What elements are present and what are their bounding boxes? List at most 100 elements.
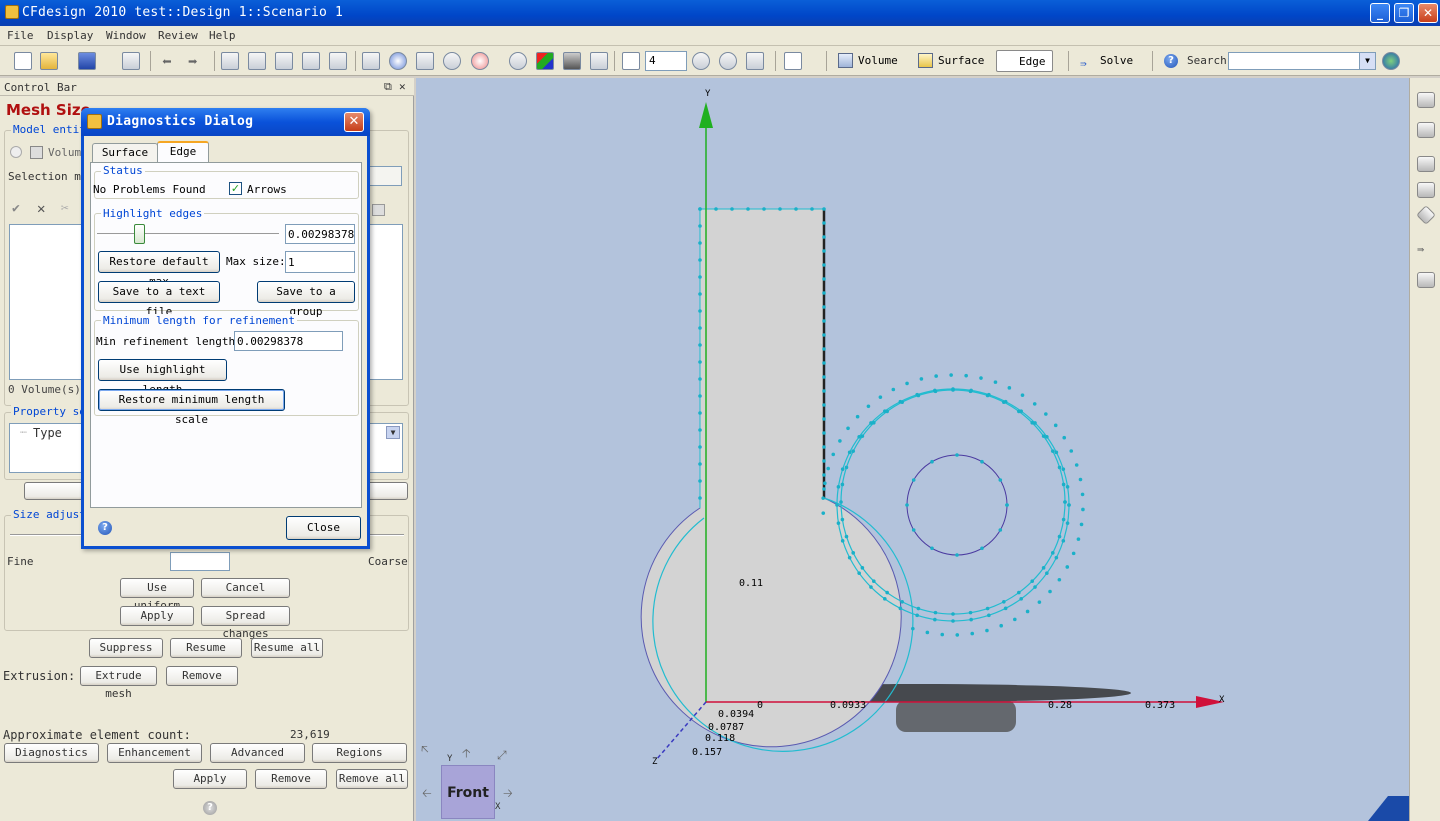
volume-mode-button[interactable]: Volume: [836, 50, 898, 72]
remove-all-button[interactable]: Remove all: [336, 769, 408, 789]
edge-mode-button[interactable]: Edge: [996, 50, 1053, 72]
arrows-checkbox[interactable]: ✓: [229, 182, 242, 195]
volume-filter-icon[interactable]: [372, 204, 385, 216]
resume-all-button[interactable]: Resume all: [251, 638, 323, 658]
globe-icon[interactable]: [1382, 52, 1400, 70]
min-refinement-input[interactable]: 0.00298378: [234, 331, 343, 351]
back-arrow-icon[interactable]: ⬅: [162, 52, 180, 71]
tab-edge[interactable]: Edge: [157, 141, 209, 163]
save-icon[interactable]: [78, 52, 96, 70]
minimize-button[interactable]: _: [1370, 3, 1390, 23]
remove-extrusion-button[interactable]: Remove: [166, 666, 238, 686]
nav-rotate-up-left-icon[interactable]: 🡤: [421, 740, 429, 761]
use-uniform-button[interactable]: Use uniform: [120, 578, 194, 612]
forward-arrow-icon[interactable]: ➡: [188, 52, 206, 71]
model-canvas[interactable]: Y X Z 0.11 0 0.0933 0.28 0.373 0.0394 0.…: [416, 78, 1409, 821]
view-back-icon[interactable]: [275, 52, 293, 70]
tool-icon-1[interactable]: [1417, 92, 1435, 108]
tool-icon-3[interactable]: [1417, 156, 1435, 172]
mirror-icon[interactable]: [746, 52, 764, 70]
nav-rotate-up-right-icon[interactable]: ⤢: [497, 748, 507, 763]
float-panel-icon[interactable]: ⧉: [384, 80, 392, 94]
model-viewport[interactable]: Y X Z 0.11 0 0.0933 0.28 0.373 0.0394 0.…: [416, 78, 1409, 821]
apply-size-button[interactable]: Apply: [120, 606, 194, 626]
restore-default-max-button[interactable]: Restore default max: [98, 251, 220, 288]
tool-icon-5[interactable]: [1416, 205, 1436, 225]
rotate-icon[interactable]: [389, 52, 407, 70]
window-layout-icon[interactable]: [784, 52, 802, 70]
zoom-icon[interactable]: [509, 52, 527, 70]
highlight-slider-thumb[interactable]: [133, 224, 145, 244]
tool-icon-7[interactable]: [1417, 272, 1435, 288]
search-dropdown-icon[interactable]: ▼: [1359, 53, 1375, 69]
use-highlight-length-button[interactable]: Use highlight length: [98, 359, 227, 396]
nav-rotate-up-icon[interactable]: 🡡: [462, 744, 471, 765]
close-window-button[interactable]: ✕: [1418, 3, 1438, 23]
highlight-slider-track[interactable]: [97, 233, 279, 236]
tab-surface[interactable]: Surface: [92, 143, 158, 163]
search-input[interactable]: ▼: [1228, 52, 1376, 70]
view-wire-icon[interactable]: [302, 52, 320, 70]
nav-rotate-right-icon[interactable]: 🡢: [503, 784, 513, 805]
dialog-close-icon[interactable]: ✕: [344, 112, 364, 132]
size-value-field[interactable]: [170, 552, 230, 571]
zoom-in-icon[interactable]: [692, 52, 710, 70]
advanced-button[interactable]: Advanced: [210, 743, 305, 763]
print-icon[interactable]: [122, 52, 140, 70]
zoom-box-icon[interactable]: [719, 52, 737, 70]
view-iso-icon[interactable]: [221, 52, 239, 70]
remove-button[interactable]: Remove: [255, 769, 327, 789]
menu-window[interactable]: Window: [106, 29, 146, 42]
remove-selection-icon[interactable]: ✂: [61, 201, 69, 216]
save-text-file-button[interactable]: Save to a text file: [98, 281, 220, 318]
pan-icon[interactable]: [443, 52, 461, 70]
dialog-close-button[interactable]: Close: [286, 516, 361, 540]
spread-changes-button[interactable]: Spread changes: [201, 606, 290, 640]
menu-file[interactable]: File: [7, 29, 34, 42]
regions-button[interactable]: Regions: [312, 743, 407, 763]
extrude-mesh-button[interactable]: Extrude mesh: [80, 666, 157, 700]
selection-mode-dropdown[interactable]: [366, 166, 402, 186]
menu-display[interactable]: Display: [47, 29, 93, 42]
resume-button[interactable]: Resume: [170, 638, 242, 658]
nav-rotate-left-icon[interactable]: 🡠: [422, 784, 432, 805]
shaded-icon[interactable]: [563, 52, 581, 70]
clear-selection-icon[interactable]: ✕: [37, 201, 45, 217]
volume-radio[interactable]: [10, 146, 22, 158]
view-front-icon[interactable]: [248, 52, 266, 70]
view-cube-front[interactable]: Front: [441, 765, 495, 819]
tool-icon-2[interactable]: [1417, 122, 1435, 138]
color-cube-icon[interactable]: [536, 52, 554, 70]
close-panel-icon[interactable]: ✕: [399, 80, 406, 93]
open-folder-icon[interactable]: [40, 52, 58, 70]
view-hidden-icon[interactable]: [329, 52, 347, 70]
help-icon[interactable]: ?: [1164, 54, 1178, 68]
save-group-button[interactable]: Save to a group: [257, 281, 355, 318]
dialog-help-icon[interactable]: ?: [98, 521, 112, 535]
highlight-value-input[interactable]: 0.00298378: [285, 224, 355, 244]
copy-view-icon[interactable]: [362, 52, 380, 70]
menu-help[interactable]: Help: [209, 29, 236, 42]
spin-value-input[interactable]: 4: [645, 51, 687, 71]
maximize-button[interactable]: ❐: [1394, 3, 1414, 23]
diagnostics-button[interactable]: Diagnostics: [4, 743, 99, 763]
tool-icon-4[interactable]: [1417, 182, 1435, 198]
restore-min-length-button[interactable]: Restore minimum length scale: [98, 389, 285, 426]
solve-button[interactable]: ⇛ Solve: [1078, 50, 1133, 72]
property-dropdown-icon[interactable]: ▼: [386, 426, 400, 439]
enhancement-button[interactable]: Enhancement: [107, 743, 202, 763]
suppress-button[interactable]: Suppress: [89, 638, 163, 658]
tool-icon-6[interactable]: ⇛: [1417, 242, 1435, 258]
menu-review[interactable]: Review: [158, 29, 198, 42]
spin-view-icon[interactable]: [471, 52, 489, 70]
panel-help-icon[interactable]: ?: [203, 801, 217, 815]
accept-icon[interactable]: ✔: [12, 201, 20, 216]
axis-triad-icon[interactable]: [622, 52, 640, 70]
new-file-icon[interactable]: [14, 52, 32, 70]
cancel-button[interactable]: Cancel: [201, 578, 290, 598]
surface-mode-button[interactable]: Surface: [916, 50, 984, 72]
max-size-input[interactable]: 1: [285, 251, 355, 273]
fit-view-icon[interactable]: [416, 52, 434, 70]
clear-icon[interactable]: [590, 52, 608, 70]
apply-button[interactable]: Apply: [173, 769, 247, 789]
